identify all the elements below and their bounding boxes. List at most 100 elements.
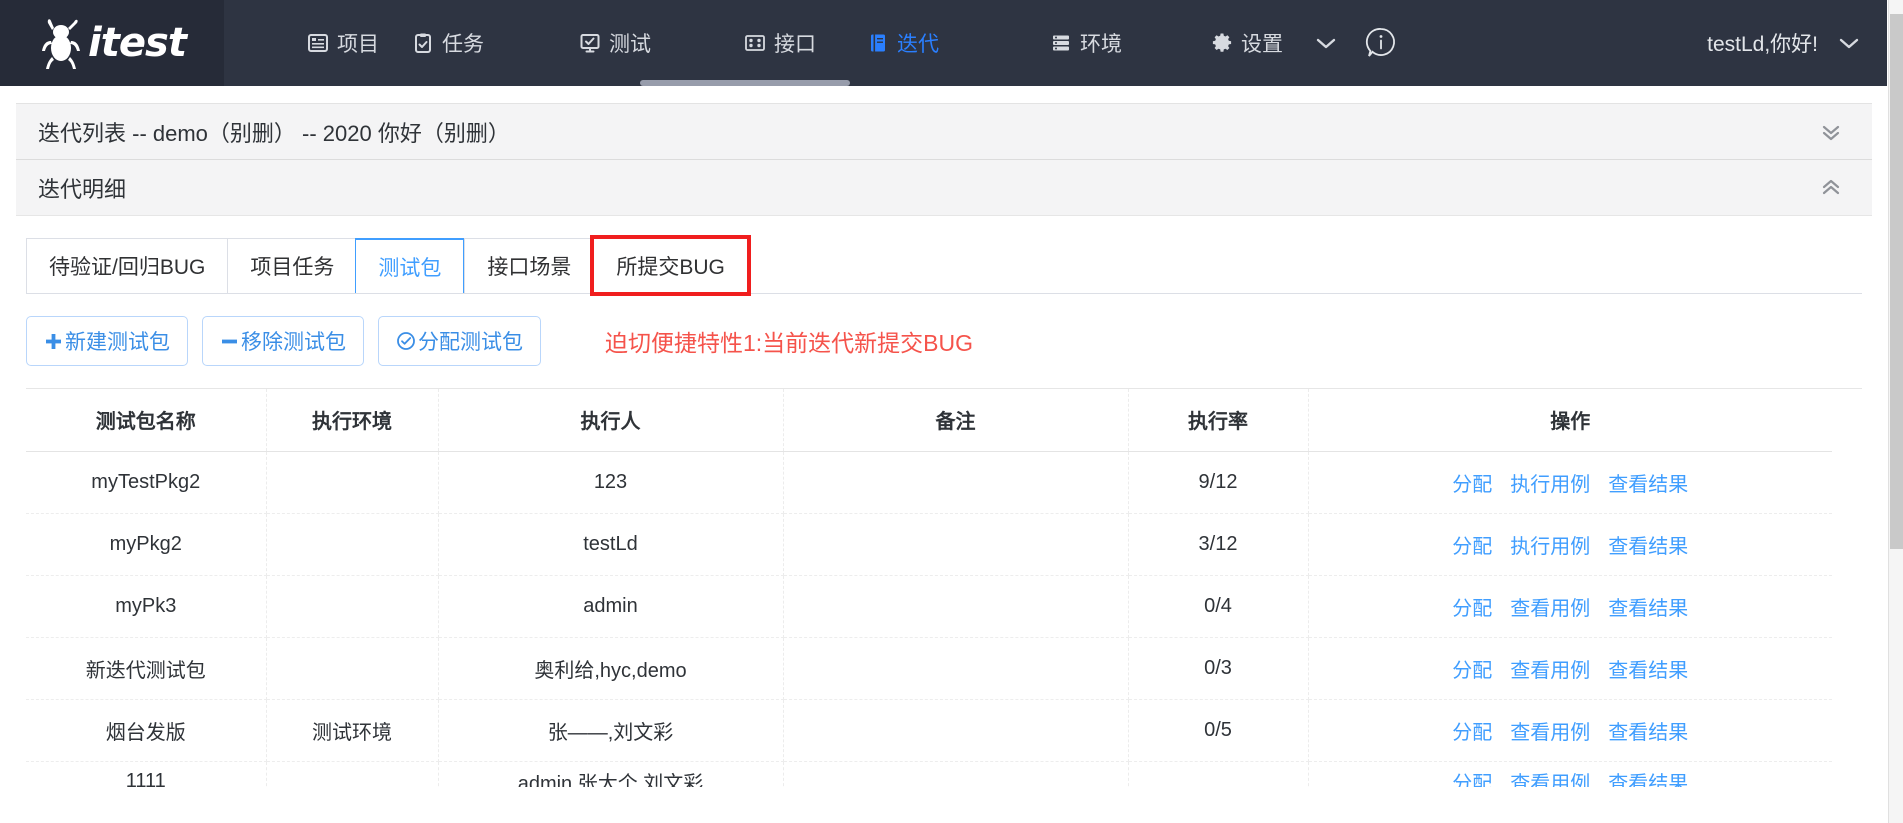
table-row[interactable]: myPk3 admin 0/4 分配 查看用例 查看结果: [26, 575, 1832, 638]
nav-item-label: 项目: [337, 33, 379, 56]
tab-api-scenario[interactable]: 接口场景: [464, 238, 594, 293]
view-result-link[interactable]: 查看结果: [1608, 592, 1688, 621]
assign-link[interactable]: 分配: [1452, 716, 1492, 745]
annotation-text: 迫切便捷特性1:当前迭代新提交BUG: [605, 330, 974, 356]
table-row[interactable]: myPkg2 testLd 3/12 分配 执行用例 查看结果: [26, 513, 1832, 576]
view-result-link[interactable]: 查看结果: [1608, 767, 1688, 787]
new-test-package-button[interactable]: 新建测试包: [26, 316, 188, 366]
tab-project-tasks[interactable]: 项目任务: [227, 238, 357, 293]
chevron-double-down-icon[interactable]: [1818, 119, 1850, 145]
table-row[interactable]: myTestPkg2 123 9/12 分配 执行用例 查看结果: [26, 451, 1832, 514]
check-circle-icon: [396, 331, 416, 351]
cell-environment: [266, 637, 439, 700]
view-result-link[interactable]: 查看结果: [1608, 716, 1688, 745]
tab-label: 接口场景: [487, 256, 572, 279]
view-result-link[interactable]: 查看结果: [1608, 530, 1688, 559]
assign-link[interactable]: 分配: [1452, 530, 1492, 559]
cell-environment: [266, 513, 439, 576]
column-header-package-name: 测试包名称: [26, 389, 267, 452]
top-navigation-bar: itest 项目 任务 测试 接口 迭代 环境 设置 testLd,你好!: [0, 0, 1888, 86]
nav-more-caret-icon[interactable]: [1299, 34, 1353, 52]
nav-item-api[interactable]: 接口: [727, 28, 832, 58]
view-case-link[interactable]: 查看用例: [1510, 716, 1590, 745]
cell-exec-rate: 3/12: [1128, 513, 1309, 576]
table-row[interactable]: 烟台发版 测试环境 张——,刘文彩 0/5 分配 查看用例 查看结果: [26, 699, 1832, 762]
nav-horizontal-scrollbar[interactable]: [640, 80, 850, 86]
view-case-link[interactable]: 查看用例: [1510, 654, 1590, 683]
cell-remark: [783, 761, 1129, 787]
column-header-remark: 备注: [783, 389, 1129, 452]
cell-executor: 奥利给,hyc,demo: [438, 637, 784, 700]
user-menu-caret-icon[interactable]: [1836, 34, 1862, 52]
cell-remark: [783, 513, 1129, 576]
column-header-executor: 执行人: [438, 389, 784, 452]
remove-test-package-button[interactable]: 移除测试包: [202, 316, 364, 366]
cell-remark: [783, 575, 1129, 638]
run-case-link[interactable]: 执行用例: [1510, 468, 1590, 497]
assign-link[interactable]: 分配: [1452, 767, 1492, 787]
brand-name: itest: [88, 20, 187, 66]
table: 测试包名称 执行环境 执行人 备注 执行率 操作: [26, 389, 1832, 452]
table-header-row: 测试包名称 执行环境 执行人 备注 执行率 操作: [26, 389, 1832, 452]
detail-panel-bar: 迭代明细: [16, 160, 1872, 216]
table-body-scroll-area: myTestPkg2 123 9/12 分配 执行用例 查看结果 myPkg2: [26, 451, 1862, 787]
nav-item-label: 接口: [774, 33, 816, 56]
info-bubble-icon[interactable]: [1363, 25, 1399, 61]
tab-label: 项目任务: [250, 256, 335, 279]
cell-environment: [266, 575, 439, 638]
page-vertical-scrollbar[interactable]: [1888, 0, 1903, 823]
cell-operations: 分配 查看用例 查看结果: [1308, 637, 1832, 700]
cell-exec-rate: 0/5: [1128, 699, 1309, 762]
tab-bar: 待验证/回归BUG 项目任务 测试包 接口场景 所提交BUG: [26, 235, 1862, 296]
view-case-link[interactable]: 查看用例: [1510, 592, 1590, 621]
chevron-double-up-icon[interactable]: [1818, 175, 1850, 201]
view-case-link[interactable]: 查看用例: [1510, 767, 1590, 787]
tabs-container: 待验证/回归BUG 项目任务 测试包 接口场景 所提交BUG: [0, 216, 1888, 296]
page-title: 迭代明细: [38, 176, 127, 202]
cell-package-name: myPkg2: [26, 513, 267, 576]
tab-submitted-bug[interactable]: 所提交BUG: [590, 235, 751, 296]
tab-label: 所提交BUG: [616, 256, 725, 279]
nav-item-environment[interactable]: 环境: [1033, 28, 1138, 58]
cell-remark: [783, 699, 1129, 762]
cell-package-name: myTestPkg2: [26, 451, 267, 514]
button-label: 移除测试包: [241, 331, 346, 354]
nav-item-settings[interactable]: 设置: [1194, 28, 1299, 58]
assign-test-package-button[interactable]: 分配测试包: [378, 316, 541, 366]
cell-operations: 分配 查看用例 查看结果: [1308, 761, 1832, 787]
table-row[interactable]: 1111 admin,张大个,刘文彩 分配 查看用例 查看结果: [26, 761, 1832, 787]
brand-logo[interactable]: itest: [0, 0, 224, 86]
main-content: 迭代列表 -- demo（别删） -- 2020 你好（别删） 迭代明细 待验证…: [0, 86, 1888, 787]
cell-executor: 123: [438, 451, 784, 514]
assign-link[interactable]: 分配: [1452, 468, 1492, 497]
cell-executor: 张——,刘文彩: [438, 699, 784, 762]
cell-exec-rate: 9/12: [1128, 451, 1309, 514]
plus-icon: [44, 332, 63, 351]
nav-items: 项目 任务 测试 接口 迭代 环境 设置: [224, 25, 1399, 61]
view-result-link[interactable]: 查看结果: [1608, 468, 1688, 497]
cell-operations: 分配 执行用例 查看结果: [1308, 451, 1832, 514]
user-greeting[interactable]: testLd,你好!: [1707, 28, 1818, 58]
tab-pending-regression-bug[interactable]: 待验证/回归BUG: [26, 238, 228, 293]
nav-item-test[interactable]: 测试: [562, 28, 667, 58]
nav-item-project[interactable]: 项目: [290, 28, 395, 58]
view-result-link[interactable]: 查看结果: [1608, 654, 1688, 683]
cell-remark: [783, 637, 1129, 700]
page-scrollbar-thumb[interactable]: [1890, 14, 1903, 549]
breadcrumb-bar: 迭代列表 -- demo（别删） -- 2020 你好（别删）: [16, 104, 1872, 160]
assign-link[interactable]: 分配: [1452, 654, 1492, 683]
nav-item-task[interactable]: 任务: [395, 28, 500, 58]
assign-link[interactable]: 分配: [1452, 592, 1492, 621]
run-case-link[interactable]: 执行用例: [1510, 530, 1590, 559]
button-label: 新建测试包: [65, 331, 170, 354]
content-top-strip: [16, 86, 1872, 104]
nav-user-area: testLd,你好!: [1707, 28, 1888, 58]
nav-item-label: 测试: [609, 33, 651, 56]
test-monitor-icon: [578, 31, 602, 55]
table-row[interactable]: 新迭代测试包 奥利给,hyc,demo 0/3 分配 查看用例 查看结果: [26, 637, 1832, 700]
tab-test-package[interactable]: 测试包: [355, 238, 465, 293]
api-grid-icon: [743, 31, 767, 55]
test-package-table: 测试包名称 执行环境 执行人 备注 执行率 操作 myTestPkg2 123 …: [26, 388, 1862, 787]
cell-exec-rate: 0/3: [1128, 637, 1309, 700]
nav-item-iteration[interactable]: 迭代: [850, 28, 955, 58]
